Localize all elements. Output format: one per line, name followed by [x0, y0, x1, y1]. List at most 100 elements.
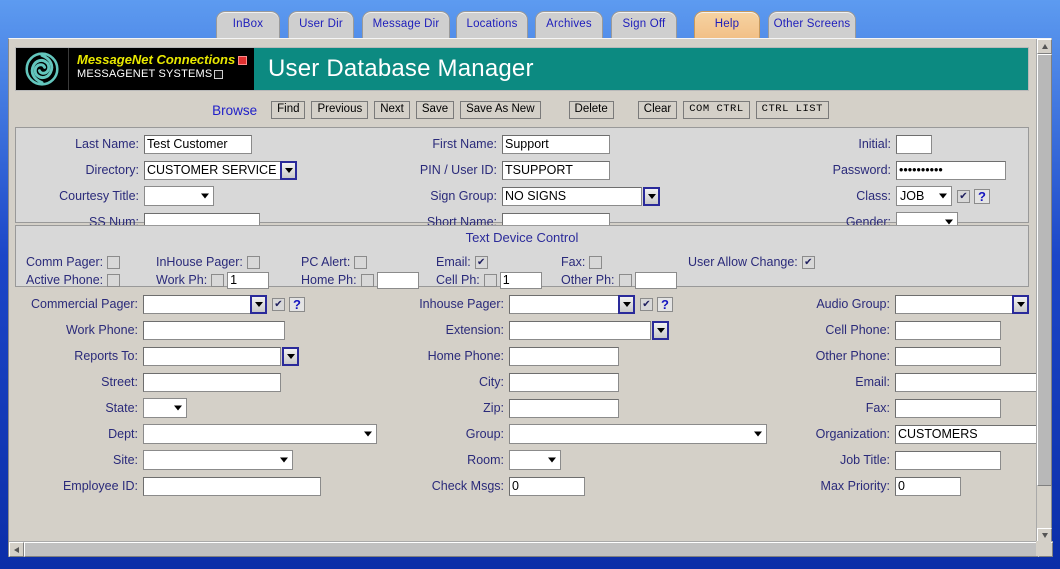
save-button[interactable]: Save [415, 101, 455, 119]
tdc-checkbox[interactable] [474, 255, 488, 269]
sign-group-value[interactable]: NO SIGNS [502, 186, 642, 206]
ctrl-list-button[interactable]: CTRL LIST [755, 101, 829, 119]
class-help-icon[interactable]: ? [974, 188, 990, 204]
tdc-input[interactable] [227, 271, 270, 289]
scroll-left-button[interactable] [9, 542, 24, 557]
check-msgs-input[interactable] [509, 476, 585, 496]
label-city: City: [479, 375, 504, 389]
vertical-scrollbar[interactable] [1036, 39, 1052, 543]
clear-button[interactable]: Clear [637, 101, 678, 119]
reports-to-value[interactable] [143, 346, 281, 366]
zip-input[interactable] [509, 398, 619, 418]
home-phone-input[interactable] [509, 346, 619, 366]
tdc-checkbox[interactable] [618, 273, 632, 287]
label-first-name: First Name: [432, 137, 497, 151]
cell-phone-input[interactable] [895, 320, 1001, 340]
courtesy-title-select[interactable] [144, 186, 214, 206]
label-fax: Fax: [865, 401, 890, 415]
commercial-pager-help-icon[interactable]: ? [289, 296, 305, 312]
sign-group-dropdown-icon[interactable] [643, 186, 660, 206]
tab-inbox[interactable]: InBox [216, 11, 280, 38]
browse-link[interactable]: Browse [212, 103, 257, 118]
tab-other-screens[interactable]: Other Screens [768, 11, 856, 38]
class-select[interactable]: JOB [896, 186, 952, 206]
fax-input[interactable] [895, 398, 1001, 418]
field-home-phone: Home Phone: [345, 345, 619, 367]
delete-button[interactable]: Delete [568, 101, 614, 119]
tdc-input[interactable] [634, 271, 677, 289]
find-button[interactable]: Find [271, 101, 306, 119]
work-phone-input[interactable] [143, 320, 285, 340]
tdc-input[interactable] [499, 271, 542, 289]
vertical-scroll-thumb[interactable] [1037, 54, 1052, 486]
tab-archives[interactable]: Archives [535, 11, 603, 38]
tdc-label: Cell Ph: [436, 273, 480, 287]
other-phone-input[interactable] [895, 346, 1001, 366]
horizontal-scrollbar[interactable] [9, 541, 1053, 557]
tdc-checkbox[interactable] [107, 255, 121, 269]
tdc-label: InHouse Pager: [156, 255, 243, 269]
tdc-inhouse-pager-: InHouse Pager: [156, 254, 260, 270]
tdc-checkbox[interactable] [246, 255, 260, 269]
audio-group-value[interactable] [895, 294, 1015, 314]
next-button[interactable]: Next [374, 101, 410, 119]
label-dept: Dept: [108, 427, 138, 441]
tdc-checkbox[interactable] [360, 273, 374, 287]
inhouse-pager-help-icon[interactable]: ? [657, 296, 673, 312]
tdc-checkbox[interactable] [354, 255, 368, 269]
street-input[interactable] [143, 372, 281, 392]
max-priority-input[interactable] [895, 476, 961, 496]
scroll-up-button[interactable] [1037, 39, 1052, 54]
employee-id-input[interactable] [143, 476, 321, 496]
audio-group-dropdown-icon[interactable] [1012, 294, 1029, 314]
email-input[interactable] [895, 372, 1038, 392]
extension-dropdown-icon[interactable] [652, 320, 669, 340]
label-class: Class: [856, 189, 891, 203]
first-name-input[interactable] [502, 134, 610, 154]
commercial-pager-value[interactable] [143, 294, 253, 314]
tab-message-dir[interactable]: Message Dir [362, 11, 450, 38]
reports-to-dropdown-icon[interactable] [282, 346, 299, 366]
state-select[interactable] [143, 398, 187, 418]
last-name-input[interactable] [144, 134, 252, 154]
label-organization: Organization: [815, 427, 890, 441]
tab-sign-off[interactable]: Sign Off [611, 11, 677, 38]
password-input[interactable] [896, 160, 1006, 180]
field-commercial-pager: Commercial Pager: ? [15, 293, 305, 315]
tdc-checkbox[interactable] [589, 255, 603, 269]
tdc-label: Comm Pager: [26, 255, 104, 269]
tab-user-dir[interactable]: User Dir [288, 11, 354, 38]
dept-select[interactable] [143, 424, 377, 444]
class-checkbox[interactable] [957, 189, 970, 203]
directory-dropdown-icon[interactable] [280, 160, 297, 180]
inhouse-pager-value[interactable] [509, 294, 621, 314]
save-as-new-button[interactable]: Save As New [460, 101, 541, 119]
label-courtesy-title: Courtesy Title: [59, 189, 139, 203]
tab-locations[interactable]: Locations [456, 11, 528, 38]
label-job-title: Job Title: [839, 453, 890, 467]
previous-button[interactable]: Previous [311, 101, 369, 119]
room-select[interactable] [509, 450, 561, 470]
com-ctrl-button[interactable]: COM CTRL [683, 101, 750, 119]
tdc-comm-pager-: Comm Pager: [26, 254, 121, 270]
initial-input[interactable] [896, 134, 932, 154]
tdc-input[interactable] [376, 271, 419, 289]
horizontal-scroll-thumb[interactable] [24, 542, 1038, 557]
commercial-pager-checkbox[interactable] [272, 297, 285, 311]
commercial-pager-dropdown-icon[interactable] [250, 294, 267, 314]
organization-input[interactable] [895, 424, 1038, 444]
tdc-checkbox[interactable] [801, 255, 815, 269]
site-select[interactable] [143, 450, 293, 470]
tdc-checkbox[interactable] [211, 273, 225, 287]
inhouse-pager-dropdown-icon[interactable] [618, 294, 635, 314]
pin-user-id-input[interactable] [502, 160, 610, 180]
directory-value[interactable]: CUSTOMER SERVICE [144, 160, 284, 180]
city-input[interactable] [509, 372, 619, 392]
job-title-input[interactable] [895, 450, 1001, 470]
field-sign-group: Sign Group: NO SIGNS [346, 185, 660, 207]
tdc-checkbox[interactable] [483, 273, 497, 287]
tab-help[interactable]: Help [694, 11, 760, 38]
extension-value[interactable] [509, 320, 651, 340]
tdc-checkbox[interactable] [107, 273, 121, 287]
inhouse-pager-checkbox[interactable] [640, 297, 653, 311]
